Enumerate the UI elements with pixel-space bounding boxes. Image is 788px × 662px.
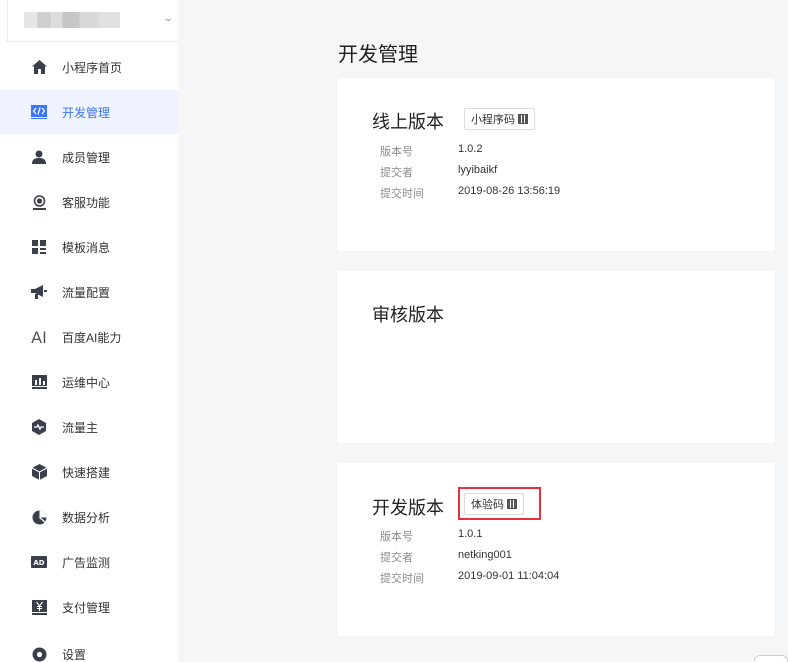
yuan-icon (31, 599, 47, 615)
time-value: 2019-09-01 11:04:04 (458, 570, 560, 582)
online-time-row: 提交时间 2019-08-26 13:56:19 (380, 185, 560, 201)
review-version-card: 审核版本 (338, 271, 774, 443)
sidebar-item-payment[interactable]: 支付管理 (0, 585, 178, 629)
sidebar-item-dev-management[interactable]: 开发管理 (0, 90, 178, 134)
template-icon (31, 239, 47, 255)
sidebar-item-ad-monitor[interactable]: AD 广告监测 (0, 540, 178, 584)
online-version-card: 线上版本 小程序码 版本号 1.0.2 提交者 lyyibaikf 提交时间 2… (338, 78, 774, 251)
dev-version-card: 开发版本 体验码 版本号 1.0.1 提交者 netking001 提交时间 2… (338, 463, 774, 636)
home-icon (31, 59, 47, 75)
cube-icon (31, 464, 47, 480)
sidebar-item-label: 广告监测 (62, 555, 111, 570)
time-label: 提交时间 (380, 573, 424, 585)
app-name-redacted (24, 12, 120, 28)
dev-submitter-row: 提交者 netking001 (380, 549, 512, 565)
time-value: 2019-08-26 13:56:19 (458, 185, 561, 197)
submitter-value: lyyibaikf (458, 164, 498, 176)
sidebar-item-label: 客服功能 (62, 195, 111, 210)
scroll-corner (754, 655, 788, 662)
highlight-box (458, 487, 541, 520)
version-value: 1.0.1 (458, 528, 483, 540)
sidebar-item-label: 开发管理 (62, 105, 111, 120)
miniprogram-code-button[interactable]: 小程序码 (464, 108, 535, 130)
sidebar-item-ops-center[interactable]: 运维中心 (0, 360, 178, 404)
sidebar-item-quick-build[interactable]: 快速搭建 (0, 450, 178, 494)
sidebar-item-label: 百度AI能力 (62, 330, 122, 345)
version-label: 版本号 (380, 146, 413, 158)
online-version-row: 版本号 1.0.2 (380, 143, 482, 159)
sidebar-item-label: 流量配置 (62, 285, 111, 300)
qr-code-icon (518, 114, 528, 124)
version-label: 版本号 (380, 531, 413, 543)
megaphone-icon (31, 284, 47, 300)
sidebar-item-settings[interactable]: 设置 (0, 632, 178, 662)
sidebar-item-baidu-ai[interactable]: AI 百度AI能力 (0, 315, 178, 359)
sidebar-item-home[interactable]: 小程序首页 (0, 45, 178, 89)
page-title: 开发管理 (338, 44, 418, 66)
time-label: 提交时间 (380, 188, 424, 200)
pulse-icon (31, 419, 47, 435)
dev-version-title: 开发版本 (372, 498, 444, 518)
pie-icon (31, 509, 47, 525)
miniprogram-code-label: 小程序码 (471, 114, 515, 126)
sidebar-item-traffic-config[interactable]: 流量配置 (0, 270, 178, 314)
chart-icon (31, 374, 47, 390)
sidebar-item-label: 快速搭建 (62, 465, 111, 480)
chevron-down-icon: ⌄ (162, 13, 175, 24)
online-submitter-row: 提交者 lyyibaikf (380, 164, 497, 180)
version-value: 1.0.2 (458, 143, 483, 155)
sidebar-item-traffic-owner[interactable]: 流量主 (0, 405, 178, 449)
online-version-title: 线上版本 (372, 112, 444, 132)
sidebar-item-members[interactable]: 成员管理 (0, 135, 178, 179)
submitter-label: 提交者 (380, 552, 413, 564)
gear-icon (31, 646, 47, 662)
code-icon (31, 104, 47, 120)
sidebar-item-label: 数据分析 (62, 510, 111, 525)
sidebar-item-label: 流量主 (62, 420, 99, 435)
submitter-label: 提交者 (380, 167, 413, 179)
sidebar-item-label: 小程序首页 (62, 60, 123, 75)
submitter-value: netking001 (458, 549, 512, 561)
ai-icon: AI (31, 327, 47, 347)
sidebar-item-label: 设置 (62, 647, 87, 662)
sidebar-item-label: 支付管理 (62, 600, 111, 615)
headset-icon (31, 194, 47, 210)
sidebar: ⌄ 小程序首页 开发管理 成员管理 客服功能 模板消息 流量配置 AI 百度AI… (0, 0, 178, 662)
review-version-title: 审核版本 (372, 305, 444, 325)
sidebar-item-templates[interactable]: 模板消息 (0, 225, 178, 269)
dev-version-row: 版本号 1.0.1 (380, 528, 482, 544)
sidebar-item-label: 模板消息 (62, 240, 111, 255)
ad-icon: AD (31, 554, 47, 570)
sidebar-item-label: 成员管理 (62, 150, 111, 165)
sidebar-item-data-analysis[interactable]: 数据分析 (0, 495, 178, 539)
dev-time-row: 提交时间 2019-09-01 11:04:04 (380, 570, 559, 586)
svg-text:AD: AD (33, 559, 44, 567)
user-icon (31, 149, 47, 165)
sidebar-item-label: 运维中心 (62, 375, 111, 390)
app-selector[interactable]: ⌄ (7, 0, 178, 42)
sidebar-item-customer-service[interactable]: 客服功能 (0, 180, 178, 224)
